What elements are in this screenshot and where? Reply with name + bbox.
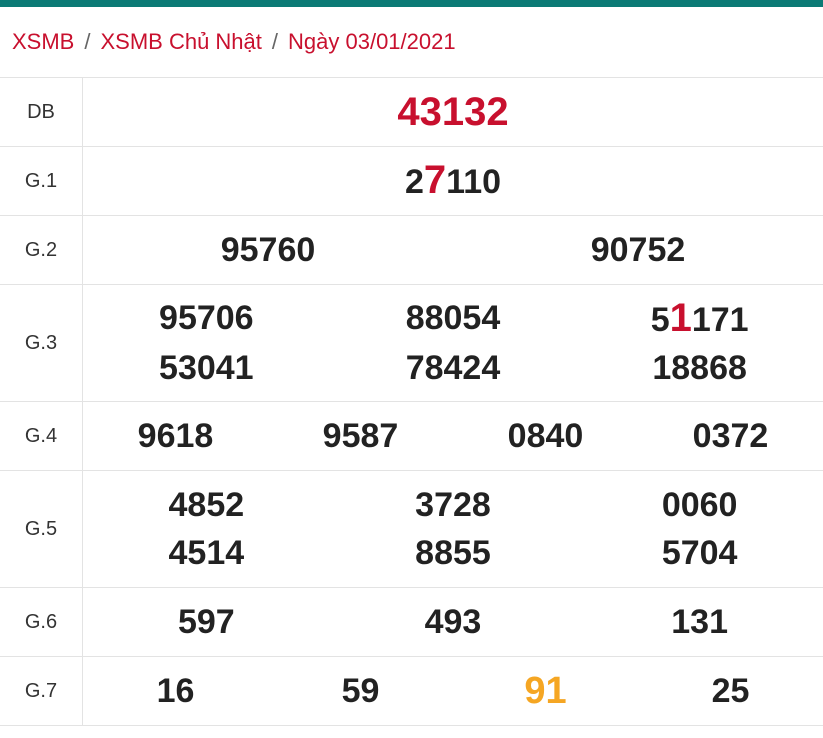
table-row-g6: G.6 597 493 131 — [0, 587, 823, 657]
breadcrumb-link-xsmb[interactable]: XSMB — [12, 29, 74, 55]
results-table: DB 43132 G.1 27110 G.2 95760 90752 G.3 9… — [0, 78, 823, 726]
prize-label: DB — [0, 78, 83, 147]
prize-number: 4852 — [168, 486, 245, 524]
breadcrumb-current-date[interactable]: Ngày 03/01/2021 — [288, 29, 456, 55]
prize-label: G.4 — [0, 401, 83, 471]
prize-number: 0840 — [507, 417, 584, 455]
prize-number: 493 — [424, 603, 482, 641]
table-row-db: DB 43132 — [0, 78, 823, 147]
prize-label: G.1 — [0, 146, 83, 216]
prize-number: 53041 — [159, 349, 254, 387]
prize-number: 88054 — [405, 299, 501, 337]
prize-number: 95706 — [159, 299, 254, 337]
table-row-g4: G.4 9618 9587 0840 0372 — [0, 401, 823, 471]
prize-number: 4514 — [168, 534, 245, 572]
prize-number: 9618 — [137, 417, 214, 455]
prize-number: 0060 — [661, 486, 738, 524]
table-row-g1: G.1 27110 — [0, 146, 823, 216]
special-prize-number: 43132 — [397, 90, 509, 134]
breadcrumb-link-xsmb-chu-nhat[interactable]: XSMB Chủ Nhật — [100, 29, 261, 55]
prize-label: G.6 — [0, 587, 83, 657]
prize-number: 5704 — [661, 534, 738, 572]
prize-label: G.2 — [0, 215, 83, 285]
prize-number: 51171 — [650, 296, 749, 340]
prize-number: 16 — [156, 672, 195, 710]
breadcrumb: XSMB / XSMB Chủ Nhật / Ngày 03/01/2021 — [0, 7, 823, 78]
table-row-g2: G.2 95760 90752 — [0, 215, 823, 285]
prize-number: 25 — [711, 672, 750, 710]
prize-number: 95760 — [220, 231, 316, 269]
table-row-g5: G.5 4852 3728 0060 4514 8855 5704 — [0, 470, 823, 588]
table-row-g7: G.7 16 59 91 25 — [0, 656, 823, 726]
table-row-g3: G.3 95706 88054 51171 53041 78424 18868 — [0, 284, 823, 402]
prize-number: 27110 — [404, 158, 502, 202]
prize-number: 18868 — [652, 349, 747, 387]
prize-number: 59 — [341, 672, 380, 710]
prize-number: 78424 — [405, 349, 501, 387]
prize-number: 0372 — [692, 417, 769, 455]
prize-number: 3728 — [415, 486, 491, 524]
breadcrumb-separator: / — [84, 29, 91, 54]
prize-label: G.3 — [0, 284, 83, 402]
prize-number: 131 — [671, 603, 728, 641]
prize-number: 597 — [177, 603, 235, 641]
prize-label: G.7 — [0, 656, 83, 726]
prize-number: 9587 — [322, 417, 399, 455]
prize-number: 8855 — [415, 534, 491, 572]
prize-number: 90752 — [590, 231, 686, 269]
prize-label: G.5 — [0, 470, 83, 588]
top-accent-bar — [0, 0, 823, 7]
breadcrumb-separator: / — [271, 29, 279, 54]
prize-number-highlight: 91 — [524, 670, 567, 712]
